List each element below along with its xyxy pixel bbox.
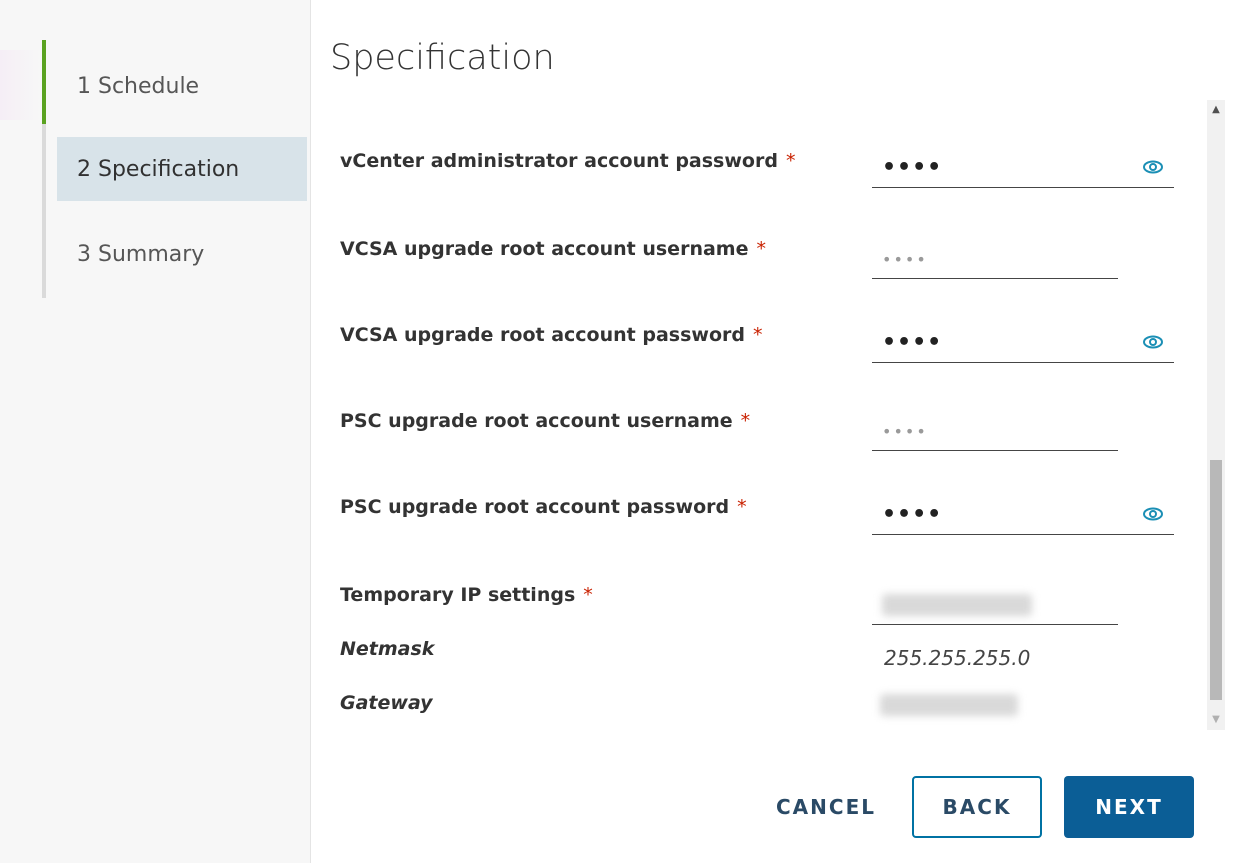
- netmask-value: 255.255.255.0: [884, 646, 1031, 670]
- psc-root-password-row: PSC upgrade root account password * ••••: [340, 496, 1200, 566]
- vcsa-root-password-input[interactable]: ••••: [872, 328, 1174, 363]
- input-value: ••••: [882, 502, 943, 527]
- required-marker: *: [785, 150, 796, 172]
- field-label: PSC upgrade root account username *: [340, 410, 751, 432]
- cancel-button[interactable]: CANCEL: [768, 776, 884, 838]
- back-button[interactable]: BACK: [912, 776, 1042, 838]
- field-label: vCenter administrator account password *: [340, 150, 796, 172]
- required-marker: *: [740, 410, 751, 432]
- vcenter-admin-password-input[interactable]: ••••: [872, 153, 1174, 188]
- vcsa-root-password-row: VCSA upgrade root account password * ••••: [340, 324, 1200, 394]
- redacted-ip: [882, 594, 1032, 616]
- temporary-ip-input[interactable]: [872, 590, 1118, 625]
- step-label: 1 Schedule: [77, 73, 200, 99]
- input-value: ••••: [882, 422, 928, 441]
- field-label: VCSA upgrade root account username *: [340, 238, 766, 260]
- wizard-sidebar: 1 Schedule 2 Specification 3 Summary: [0, 0, 311, 863]
- page-title: Specification: [330, 38, 555, 78]
- psc-root-username-input[interactable]: ••••: [872, 416, 1118, 451]
- input-value: ••••: [882, 155, 943, 180]
- eye-icon[interactable]: [1142, 334, 1164, 350]
- required-marker: *: [752, 324, 763, 346]
- step-specification[interactable]: 2 Specification: [57, 137, 307, 201]
- form-scrollbar[interactable]: ▲ ▼: [1207, 100, 1225, 730]
- redacted-gateway: [880, 694, 1018, 716]
- step-summary[interactable]: 3 Summary: [57, 222, 307, 286]
- psc-root-password-input[interactable]: ••••: [872, 500, 1174, 535]
- required-marker: *: [737, 496, 747, 518]
- eye-icon[interactable]: [1142, 506, 1164, 522]
- sidebar-tint: [0, 50, 40, 120]
- field-label: VCSA upgrade root account password *: [340, 324, 763, 346]
- eye-icon[interactable]: [1142, 159, 1164, 175]
- field-label: PSC upgrade root account password *: [340, 496, 747, 518]
- field-label: Temporary IP settings *: [340, 584, 593, 606]
- scroll-up-arrow-icon[interactable]: ▲: [1207, 102, 1225, 118]
- vcsa-root-username-input[interactable]: ••••: [872, 244, 1118, 279]
- input-value: ••••: [882, 250, 928, 269]
- step-label: 3 Summary: [77, 241, 205, 267]
- psc-root-username-row: PSC upgrade root account username * ••••: [340, 410, 1200, 480]
- vcsa-root-username-row: VCSA upgrade root account username * ••••: [340, 238, 1200, 308]
- required-marker: *: [756, 238, 766, 260]
- next-button[interactable]: NEXT: [1064, 776, 1194, 838]
- netmask-label: Netmask: [340, 638, 435, 660]
- gateway-label: Gateway: [340, 692, 433, 714]
- scrollbar-thumb[interactable]: [1210, 460, 1222, 700]
- scroll-down-arrow-icon[interactable]: ▼: [1207, 712, 1225, 728]
- step-progress-complete: [42, 40, 46, 124]
- required-marker: *: [583, 584, 593, 606]
- form-scroll-area: vCenter administrator account password * …: [320, 100, 1220, 730]
- temporary-ip-row: Temporary IP settings *: [340, 584, 1200, 654]
- step-label: 2 Specification: [77, 156, 240, 182]
- vcenter-admin-password-row: vCenter administrator account password * …: [340, 150, 1200, 220]
- input-value: ••••: [882, 330, 943, 355]
- step-schedule[interactable]: 1 Schedule: [57, 54, 307, 118]
